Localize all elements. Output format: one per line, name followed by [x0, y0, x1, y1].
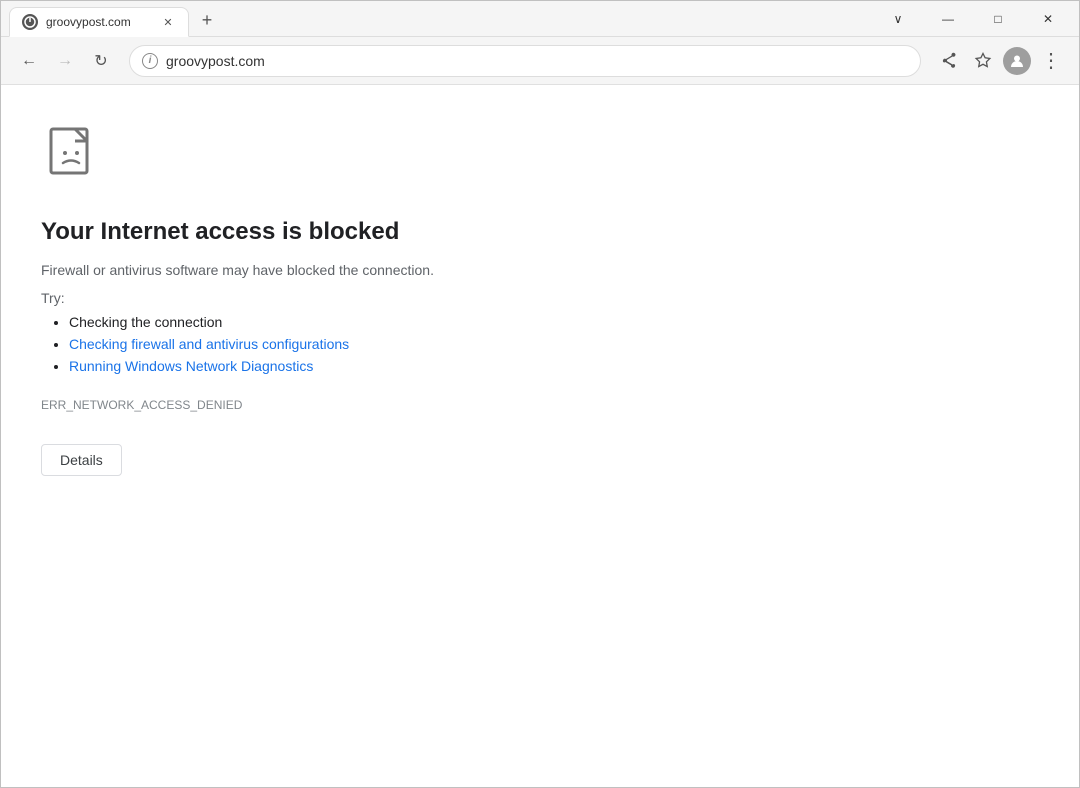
- profile-button[interactable]: [1001, 45, 1033, 77]
- active-tab[interactable]: groovypost.com ✕: [9, 7, 189, 37]
- address-bar[interactable]: i groovypost.com: [129, 45, 921, 77]
- nav-bar: ← → ↻ i groovypost.com: [1, 37, 1079, 85]
- blocked-icon: [41, 125, 105, 189]
- star-icon: [974, 52, 992, 70]
- tab-close-button[interactable]: ✕: [160, 14, 176, 30]
- reload-button[interactable]: ↻: [85, 45, 117, 77]
- tab-area: groovypost.com ✕ +: [9, 1, 867, 36]
- error-description: Firewall or antivirus software may have …: [41, 262, 1039, 278]
- suggestion-item-2: Checking firewall and antivirus configur…: [69, 336, 1039, 352]
- person-icon: [1009, 53, 1025, 69]
- try-label: Try:: [41, 290, 1039, 306]
- security-info-icon: i: [142, 53, 158, 69]
- forward-button[interactable]: →: [49, 45, 81, 77]
- address-text: groovypost.com: [166, 53, 265, 69]
- chevron-down-button[interactable]: ∨: [875, 1, 921, 37]
- window-controls: ∨ — □ ✕: [867, 1, 1079, 37]
- share-button[interactable]: [933, 45, 965, 77]
- firewall-link[interactable]: Checking firewall and antivirus configur…: [69, 336, 349, 352]
- avatar: [1003, 47, 1031, 75]
- suggestions-list: Checking the connection Checking firewal…: [41, 314, 1039, 374]
- new-tab-button[interactable]: +: [193, 6, 221, 34]
- diagnostics-link[interactable]: Running Windows Network Diagnostics: [69, 358, 313, 374]
- nav-right-buttons: ⋮: [933, 45, 1067, 77]
- title-bar: groovypost.com ✕ + ∨ — □ ✕: [1, 1, 1079, 37]
- back-button[interactable]: ←: [13, 45, 45, 77]
- tab-title: groovypost.com: [46, 15, 152, 29]
- restore-button[interactable]: □: [975, 1, 1021, 37]
- bookmark-button[interactable]: [967, 45, 999, 77]
- tab-favicon: [22, 14, 38, 30]
- close-button[interactable]: ✕: [1025, 1, 1071, 37]
- error-code: ERR_NETWORK_ACCESS_DENIED: [41, 398, 1039, 412]
- suggestion-item-1: Checking the connection: [69, 314, 1039, 330]
- menu-button[interactable]: ⋮: [1035, 45, 1067, 77]
- suggestion-text-1: Checking the connection: [69, 314, 222, 330]
- details-button[interactable]: Details: [41, 444, 122, 476]
- page-content: Your Internet access is blocked Firewall…: [1, 85, 1079, 787]
- browser-window: groovypost.com ✕ + ∨ — □ ✕ ← → ↻ i groov…: [0, 0, 1080, 788]
- address-bar-wrap: i groovypost.com: [129, 45, 921, 77]
- error-title: Your Internet access is blocked: [41, 218, 1039, 246]
- suggestion-item-3: Running Windows Network Diagnostics: [69, 358, 1039, 374]
- minimize-button[interactable]: —: [925, 1, 971, 37]
- share-icon: [940, 52, 958, 70]
- error-icon: [41, 125, 1039, 194]
